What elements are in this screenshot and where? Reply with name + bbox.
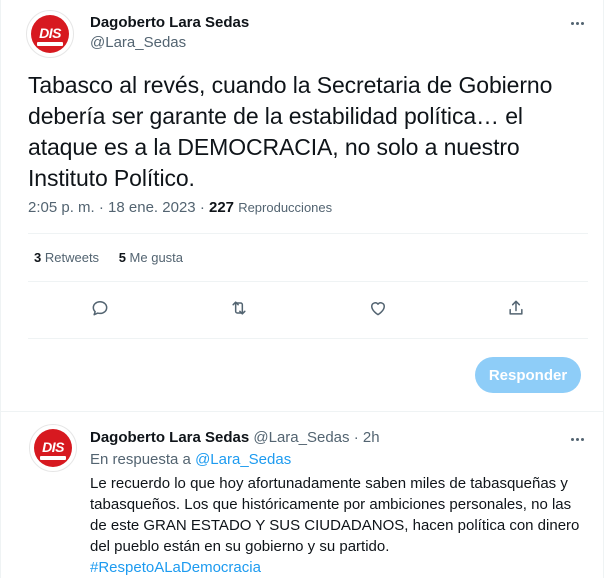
author-name-block: Dagoberto Lara Sedas @Lara_Sedas [90,13,249,53]
divider [28,281,588,282]
party-logo: DIS [34,429,72,467]
replying-to: En respuesta a @Lara_Sedas [90,450,590,470]
retweets-count: 3 [34,250,42,265]
retweets-stat[interactable]: 3 Retweets [34,250,103,265]
reply-button[interactable]: Responder [475,357,581,393]
like-icon[interactable] [360,290,396,326]
tweet-meta: 2:05 p. m. · 18 ene. 2023 · 227 Reproduc… [28,198,332,218]
hashtag-link[interactable]: #RespetoALaDemocracia [90,557,590,578]
tweet-date[interactable]: 18 ene. 2023 [108,199,196,216]
retweets-label: Retweets [44,250,100,265]
views-label[interactable]: Reproducciones [238,200,332,215]
likes-label: Me gusta [129,250,184,265]
meta-separator: · [353,429,359,446]
reply-author-name[interactable]: Dagoberto Lara Sedas [90,429,249,446]
author-handle[interactable]: @Lara_Sedas [90,33,249,53]
meta-separator: · [98,199,104,216]
divider [28,338,588,339]
reply-time[interactable]: 2h [363,429,380,446]
avatar[interactable]: DIS [29,424,77,472]
reply-header: Dagoberto Lara Sedas @Lara_Sedas · 2h [90,429,590,447]
more-options-icon[interactable] [564,426,590,452]
reply-icon[interactable] [82,290,118,326]
avatar[interactable]: DIS [26,10,74,58]
retweet-icon[interactable] [221,290,257,326]
more-options-icon[interactable] [564,10,590,36]
reply-tweet[interactable]: DIS Dagoberto Lara Sedas @Lara_Sedas · 2… [0,412,604,578]
share-icon[interactable] [498,290,534,326]
author-display-name[interactable]: Dagoberto Lara Sedas [90,13,249,33]
party-logo: DIS [31,15,69,53]
engagement-stats: 3 Retweets 5 Me gusta [34,248,199,268]
meta-separator: · [199,199,205,216]
reply-author-handle[interactable]: @Lara_Sedas [253,429,349,446]
tweet-text: Tabasco al revés, cuando la Secretaria d… [28,72,553,191]
reply-content: Dagoberto Lara Sedas @Lara_Sedas · 2h En… [90,429,590,578]
tweet-time[interactable]: 2:05 p. m. [28,199,95,216]
likes-stat[interactable]: 5 Me gusta [119,250,183,265]
tweet-actions [0,290,604,326]
likes-count: 5 [118,250,126,265]
replying-to-label: En respuesta a [90,451,191,468]
replying-to-handle[interactable]: @Lara_Sedas [195,451,291,468]
divider [28,233,588,234]
views-count[interactable]: 227 [209,199,234,216]
reply-text: Le recuerdo lo que hoy afortunadamente s… [90,475,580,555]
main-tweet-header: DIS Dagoberto Lara Sedas @Lara_Sedas [26,10,604,58]
